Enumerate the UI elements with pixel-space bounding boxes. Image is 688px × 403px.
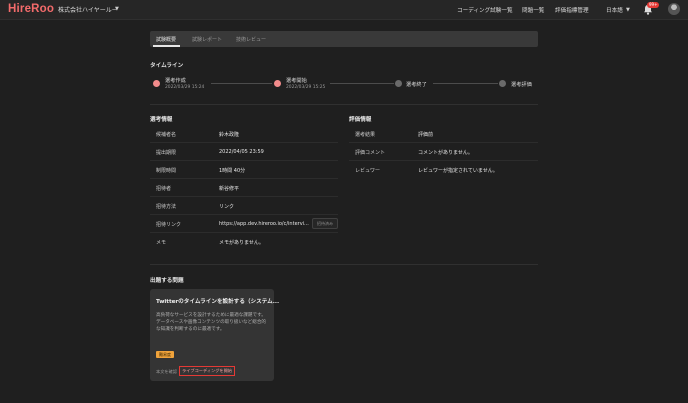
difficulty-badge: 難易度 [156,351,174,358]
table-row: 招待リンク https://app.dev.hireroo.io/c/inter… [150,215,338,233]
hireroo-logo[interactable]: HireRoo [8,3,54,15]
row-value: コメントがありません。 [418,150,473,156]
table-row: メモ メモがありません。 [150,233,338,251]
tab-overview[interactable]: 試験概要 [156,36,176,43]
timeline-step-dot [153,80,160,87]
top-header: HireRoo 株式会社ハイヤールー ▼ コーディング試験一覧 問題一覧 評価指… [0,0,688,20]
row-key: 招待リンク [156,222,182,228]
problem-description: 高負荷なサービスを設計するために最適な課題です。データベースや画像コンテンツの取… [156,313,267,332]
avatar[interactable] [668,3,680,15]
timeline-step-label: 選考終了 [406,82,427,88]
section-divider [150,104,538,105]
row-value: リンク [219,204,235,210]
table-row: レビュワー レビュワーが指定されていません。 [349,161,538,179]
row-key: レビュワー [355,168,381,174]
row-key: 候補者名 [156,132,177,138]
timeline-step-label: 選考開始 [286,78,307,84]
row-key: メモ [156,240,167,246]
table-row: 候補者名 鈴木政隆 [150,125,338,143]
table-row: 招待方法 リンク [150,197,338,215]
nav-evaluation-metrics[interactable]: 評価指標管理 [555,6,589,14]
row-key: 提出期限 [156,150,177,156]
invite-link[interactable]: https://app.dev.hireroo.io/c/intervi... [219,221,309,227]
row-value: 2022/04/05 23:59 [219,149,264,155]
row-key: 招待者 [156,186,172,192]
problems-title: 出題する問題 [150,278,184,284]
section-divider [150,264,538,265]
timeline-step-dot [395,80,402,87]
row-key: 制限時間 [156,168,177,174]
table-row: 制限時間 1時間 40分 [150,161,338,179]
company-selector[interactable]: 株式会社ハイヤールー [58,5,118,14]
notification-badge: 99+ [647,2,660,8]
timeline-connector [433,83,498,84]
table-row: 提出期限 2022/04/05 23:59 [150,143,338,161]
timeline-step-date: 2022/03/29 15:25 [286,85,326,90]
evaluation-info-title: 評価情報 [349,117,372,123]
row-value: 1時間 40分 [219,168,246,174]
timeline-step-dot [499,80,506,87]
timeline-step-date: 2022/03/29 15:24 [165,85,205,90]
row-value: 新谷修平 [219,186,240,192]
table-row: 選考結果 評価前 [349,125,538,143]
language-selector[interactable]: 日本語 [606,6,623,14]
row-key: 選考結果 [355,132,376,138]
chevron-down-icon[interactable]: ▼ [115,6,119,12]
timeline-connector [330,83,394,84]
tab-bar: 試験概要 試験レポート 技術レビュー [150,31,538,47]
copy-link-button[interactable]: 招待済み [312,218,338,229]
timeline-step-label: 選考作成 [165,78,186,84]
nav-problems[interactable]: 問題一覧 [522,6,544,14]
tab-tech-review[interactable]: 技術レビュー [236,36,266,43]
timeline-step-label: 選考評価 [511,82,532,88]
timeline-connector [211,83,272,84]
row-value: レビュワーが指定されていません。 [418,168,498,174]
row-value: メモがありません。 [219,240,264,246]
problem-card[interactable]: Twitterのタイムラインを設計する（システム... 高負荷なサービスを設計す… [150,289,279,381]
timeline-title: タイムライン [150,63,184,69]
selection-info-title: 選考情報 [150,117,173,123]
row-key: 評価コメント [355,150,386,156]
row-key: 招待方法 [156,204,177,210]
timeline-step-dot [274,80,281,87]
active-tab-indicator [153,45,180,47]
start-live-coding-button[interactable]: ライブコーディングを開始 [179,366,235,376]
view-problem-link[interactable]: 本文を確認 [156,369,177,375]
nav-coding-tests[interactable]: コーディング試験一覧 [457,6,513,14]
table-row: 招待者 新谷修平 [150,179,338,197]
problem-title[interactable]: Twitterのタイムラインを設計する（システム... [156,297,279,305]
tab-report[interactable]: 試験レポート [192,36,222,43]
chevron-down-icon[interactable]: ▼ [626,7,630,13]
table-row: 評価コメント コメントがありません。 [349,143,538,161]
row-value: 鈴木政隆 [219,132,240,138]
row-value: 評価前 [418,132,434,138]
